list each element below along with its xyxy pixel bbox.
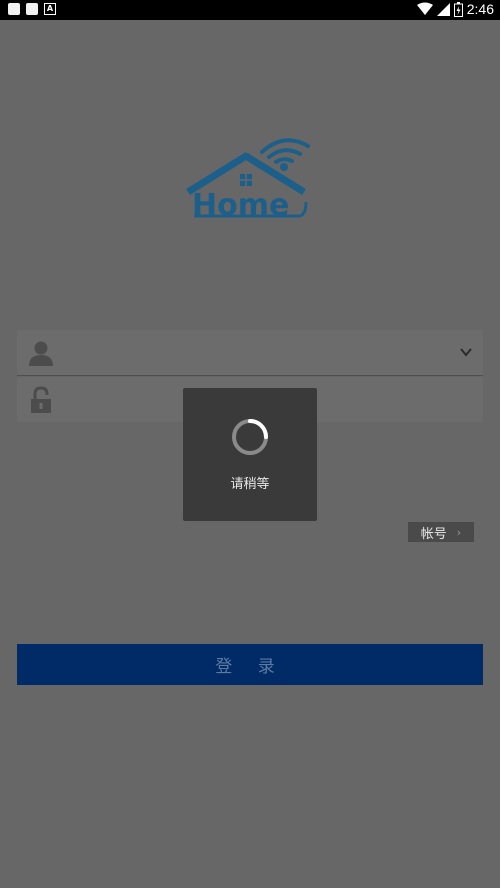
login-button[interactable]: 登 录	[17, 644, 483, 685]
user-icon	[29, 341, 53, 366]
notification-icons: A	[8, 3, 56, 15]
login-button-label: 登 录	[215, 657, 285, 677]
status-bar: A 2:46	[0, 0, 500, 20]
notification-a-icon: A	[44, 3, 56, 15]
home-logo: Home	[186, 138, 310, 222]
notification-icon	[26, 3, 38, 15]
notification-icon	[8, 3, 20, 15]
account-button[interactable]: 帐号 ›	[408, 522, 474, 542]
loading-dialog: 请稍等	[183, 388, 317, 521]
logo-text: Home	[192, 188, 289, 222]
lock-icon	[31, 386, 51, 413]
chevron-down-icon[interactable]	[459, 345, 473, 359]
loading-message: 请稍等	[230, 477, 270, 492]
clock: 2:46	[466, 1, 494, 17]
wifi-icon	[416, 2, 433, 15]
battery-icon	[453, 1, 463, 17]
account-button-label: 帐号	[420, 526, 447, 542]
username-field[interactable]	[17, 330, 483, 376]
loading-spinner-icon	[232, 419, 268, 455]
cellular-signal-icon	[436, 2, 450, 16]
chevron-right-icon: ›	[456, 525, 462, 539]
